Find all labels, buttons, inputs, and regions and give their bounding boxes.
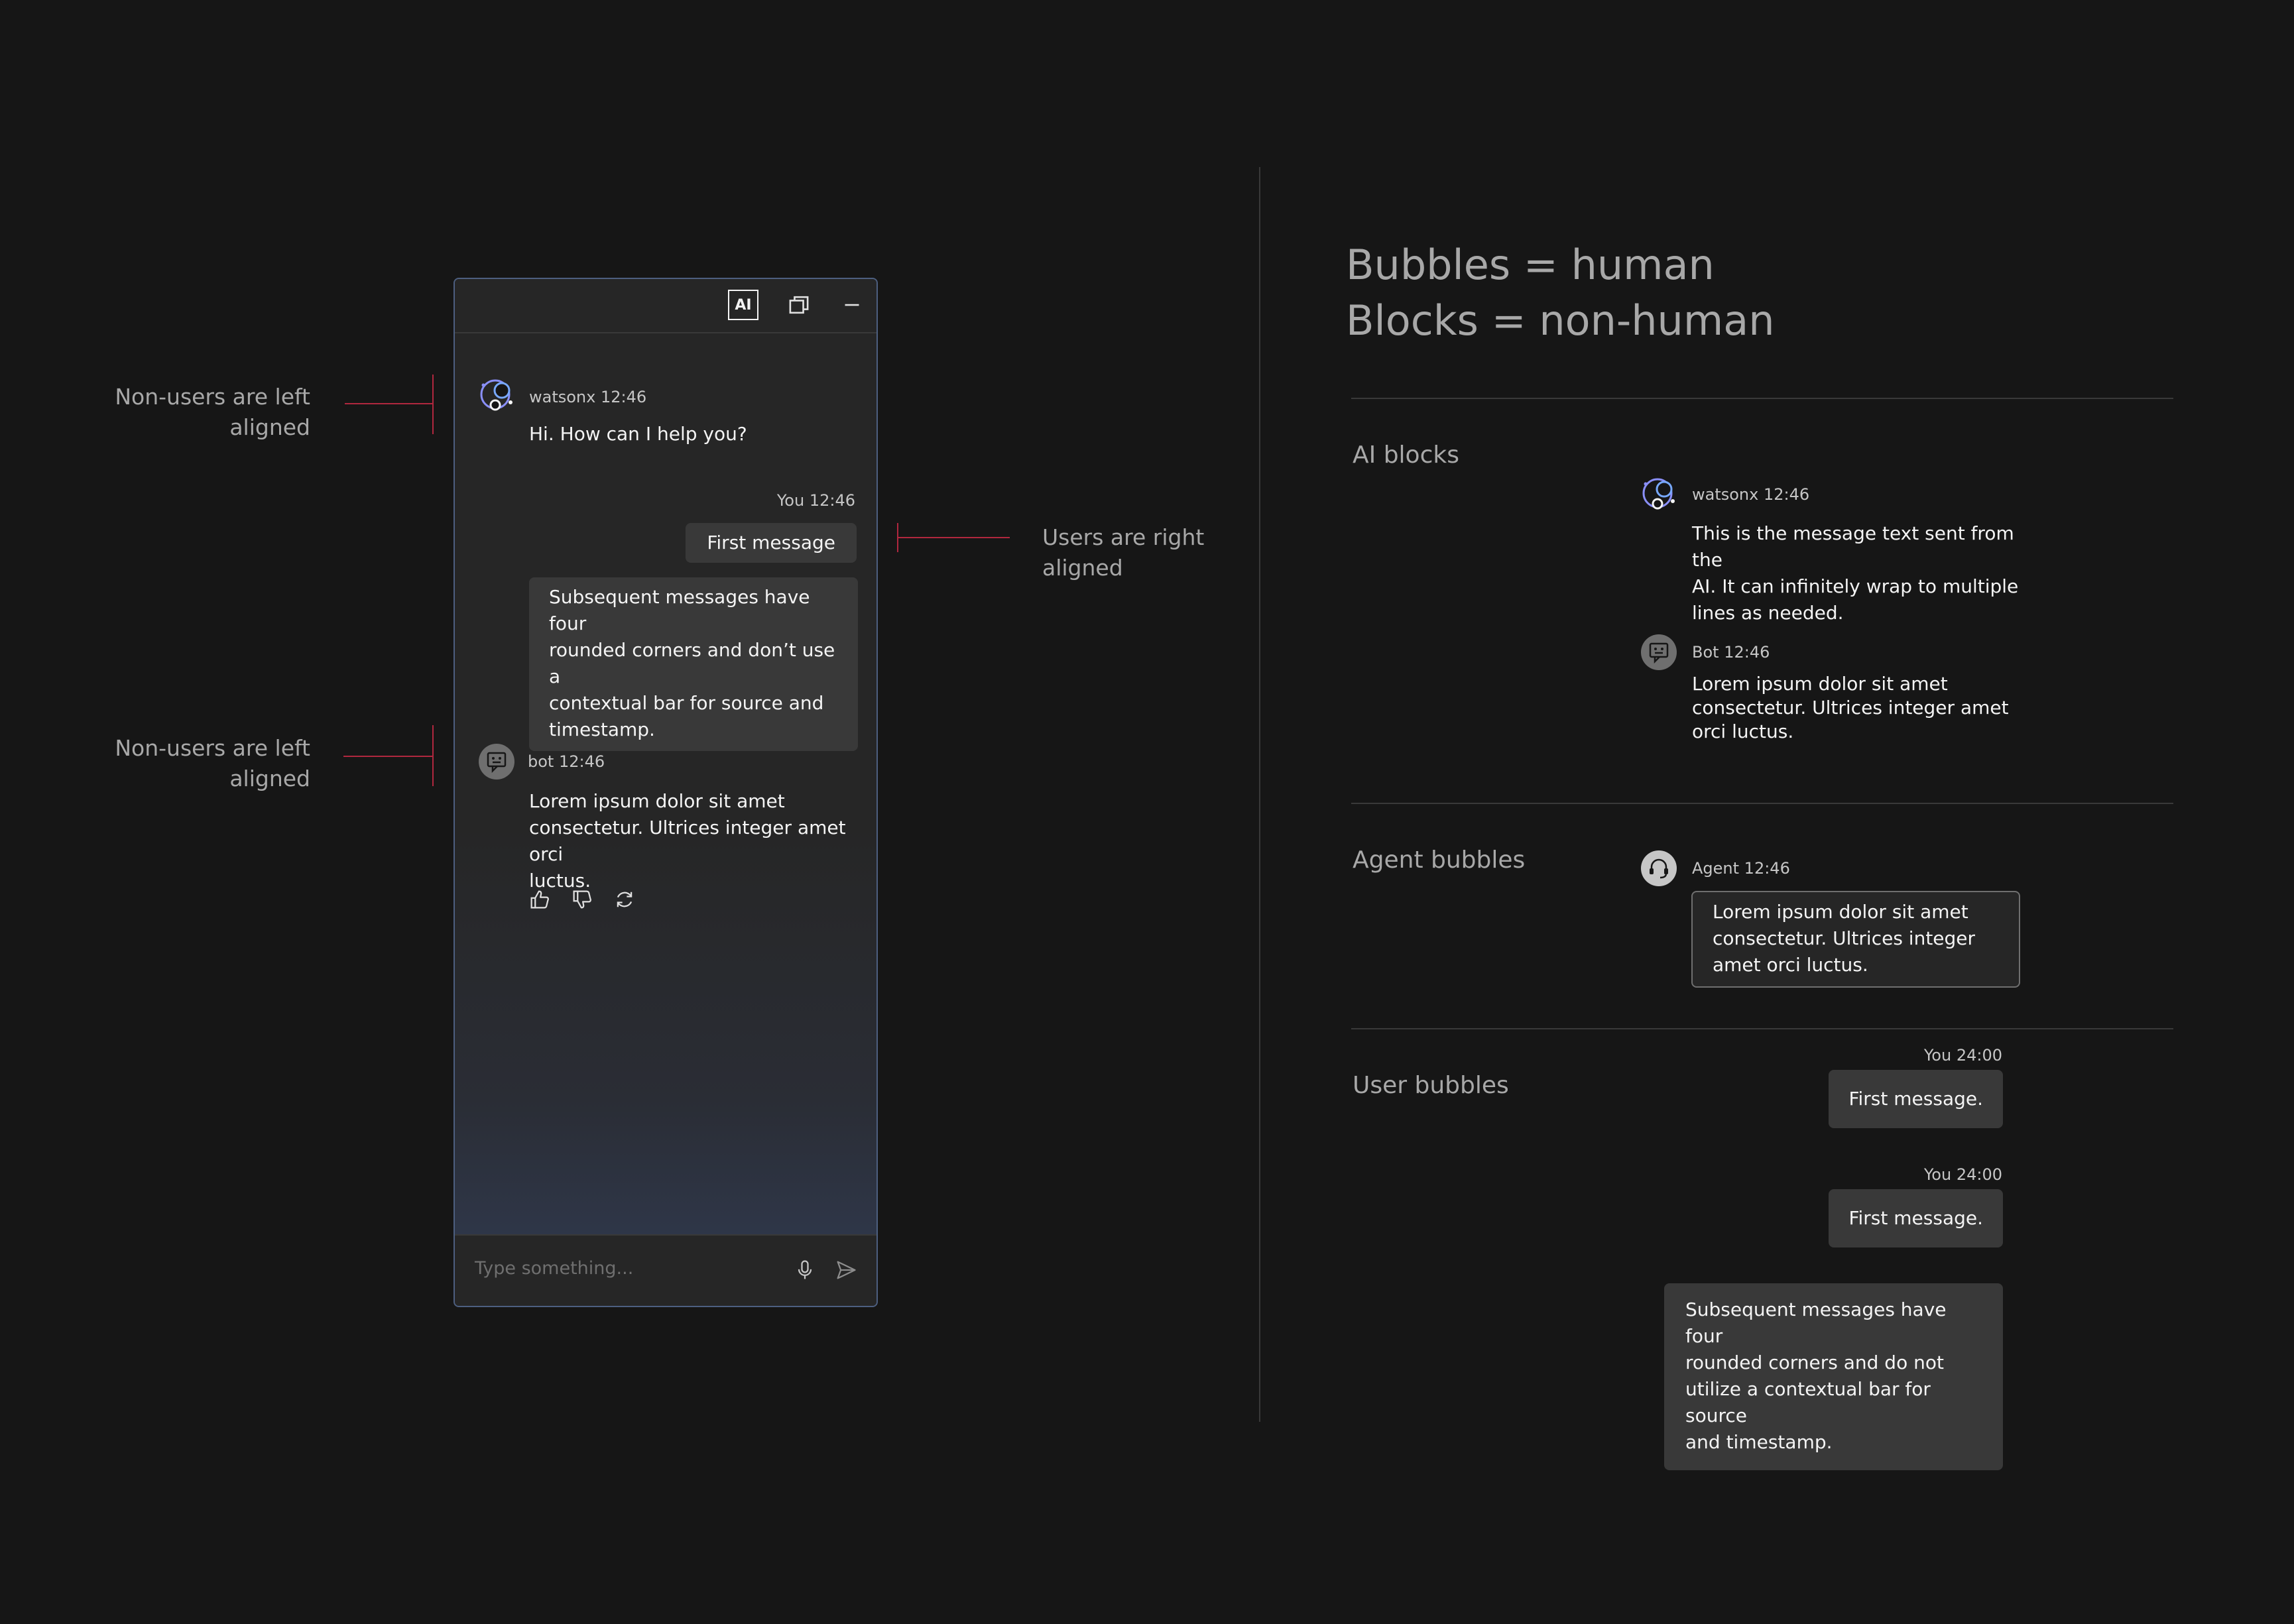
chat-window: AI watsonx 12:46 Hi. How can I help you?… (453, 278, 878, 1307)
bot-meta: bot 12:46 (528, 752, 605, 771)
agent-avatar-icon (1641, 850, 1677, 886)
vertical-divider (1259, 167, 1260, 1422)
send-icon[interactable] (834, 1258, 858, 1282)
annotation-line-right (897, 537, 1010, 538)
chat-header: AI (455, 279, 876, 333)
section-title-agent-bubbles: Agent bubbles (1353, 846, 1526, 874)
annotation-non-users-bottom: Non-users are left aligned (115, 735, 310, 791)
chat-input[interactable]: Type something... (475, 1258, 633, 1279)
regenerate-icon[interactable] (613, 888, 636, 911)
annotation-tick-bottom (432, 725, 434, 786)
annotation-non-users-top: Non-users are left aligned (115, 384, 310, 440)
user-meta: You 12:46 (776, 491, 855, 510)
annotation-line-top (345, 403, 434, 404)
user-first-bubble: First message (686, 523, 857, 563)
section-divider-2 (1351, 803, 2173, 804)
section-divider-3 (1351, 1028, 2173, 1029)
watsonx-message: Hi. How can I help you? (529, 423, 747, 445)
user-subsequent-bubble: Subsequent messages have four rounded co… (529, 577, 858, 751)
user-bubble-1-meta: You 24:00 (1923, 1046, 2002, 1065)
section-title-user-bubbles: User bubbles (1353, 1072, 1509, 1099)
panel-title: Bubbles = human Blocks = non-human (1346, 241, 1775, 345)
watsonx-avatar-icon (480, 379, 513, 411)
section-title-ai-blocks: AI blocks (1353, 441, 1459, 469)
microphone-icon[interactable] (793, 1258, 817, 1282)
annotation-users-right: Users are right aligned (1042, 524, 1205, 581)
ai-block-bot-message: Lorem ipsum dolor sit amet consectetur. … (1692, 673, 2009, 742)
agent-meta: Agent 12:46 (1692, 859, 1790, 878)
section-divider-1 (1351, 398, 2173, 399)
bot-message: Lorem ipsum dolor sit amet consectetur. … (529, 790, 846, 892)
user-bubble-1: First message. (1829, 1070, 2003, 1128)
thumbs-down-icon[interactable] (570, 888, 594, 911)
watsonx-avatar-icon (1642, 478, 1675, 510)
user-bubble-2: First message. (1829, 1189, 2003, 1247)
launch-window-icon[interactable] (785, 291, 813, 319)
thumbs-up-icon[interactable] (528, 888, 552, 911)
ai-block-bot-meta: Bot 12:46 (1692, 643, 1770, 662)
user-bubble-2-meta: You 24:00 (1923, 1165, 2002, 1184)
bot-avatar-icon (1641, 634, 1677, 670)
chat-input-bar: Type something... (455, 1234, 876, 1306)
user-subsequent-bubble: Subsequent messages have four rounded co… (1664, 1283, 2003, 1470)
ai-icon[interactable]: AI (728, 290, 758, 320)
ai-block-watsonx-meta: watsonx 12:46 (1692, 485, 1810, 504)
ai-block-watsonx-message: This is the message text sent from the A… (1692, 522, 2019, 624)
annotation-tick-top (432, 375, 434, 434)
watsonx-meta: watsonx 12:46 (529, 388, 647, 406)
minimize-icon[interactable] (838, 291, 866, 319)
annotation-line-bottom (343, 756, 432, 757)
agent-bubble: Lorem ipsum dolor sit amet consectetur. … (1691, 891, 2020, 988)
bot-avatar-icon (479, 744, 514, 780)
